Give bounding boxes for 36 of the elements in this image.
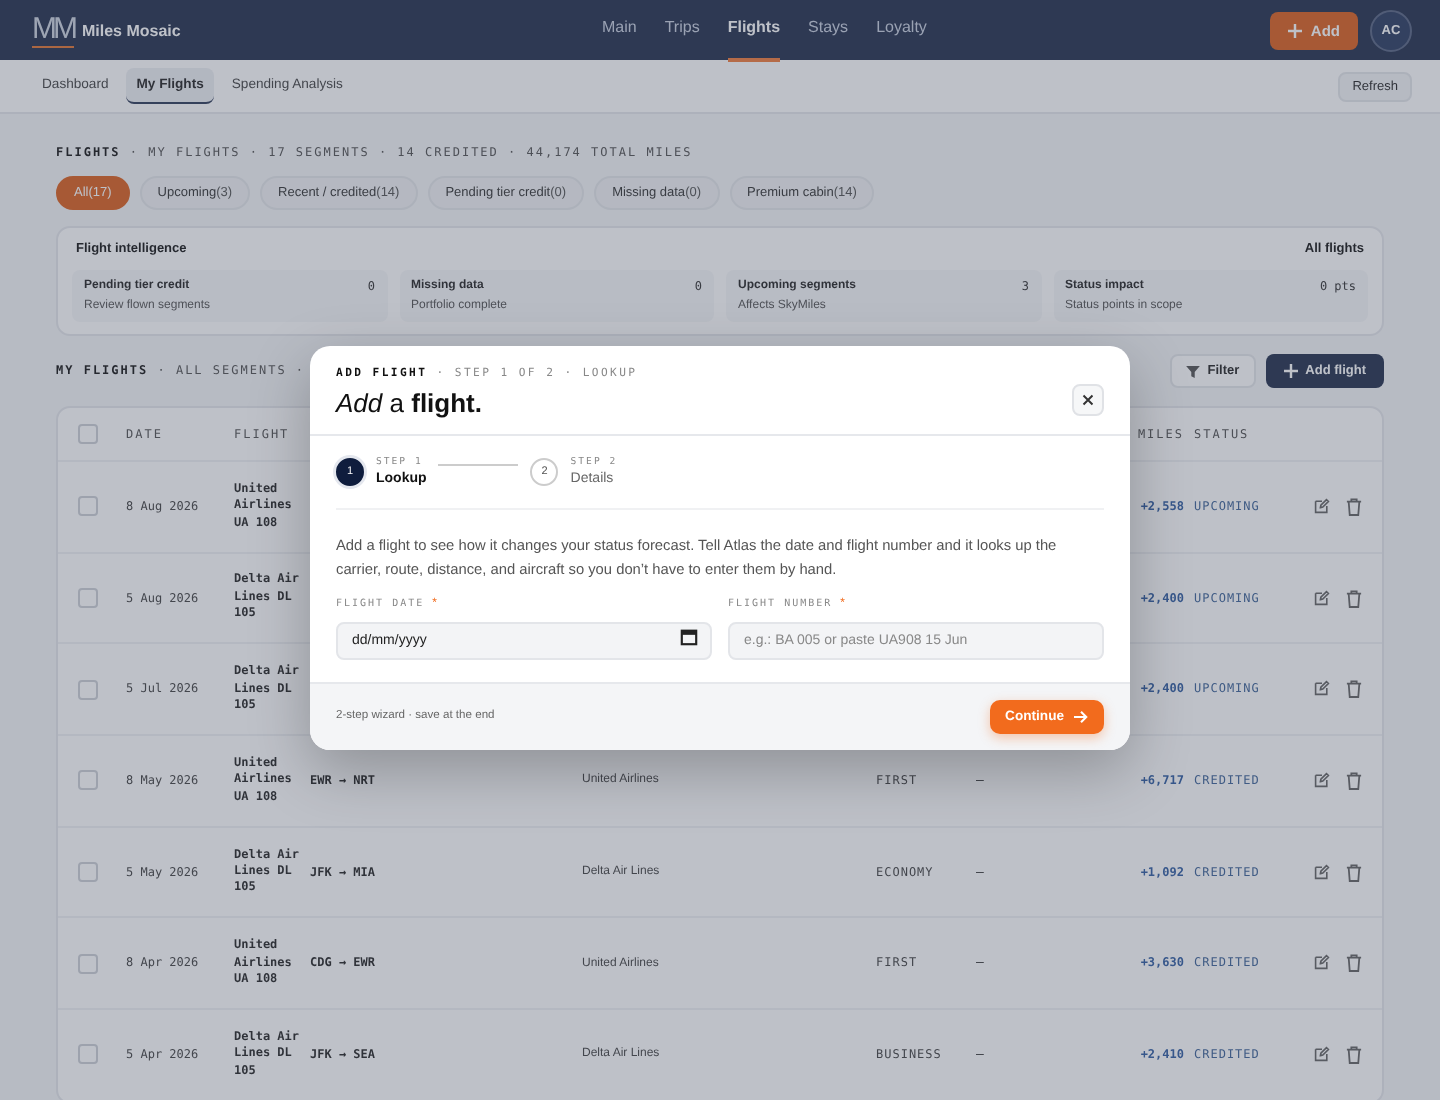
nav-tab[interactable]: Stays	[808, 0, 849, 62]
delete-icon[interactable]	[1346, 497, 1362, 516]
delete-icon[interactable]	[1346, 771, 1362, 790]
edit-icon[interactable]	[1314, 1045, 1330, 1062]
brand-name: Miles Mosaic	[82, 21, 181, 39]
select-all-checkbox[interactable]	[78, 424, 98, 444]
edit-icon[interactable]	[1314, 954, 1330, 971]
close-icon	[1082, 394, 1094, 406]
row-checkbox[interactable]	[78, 862, 98, 883]
delete-icon[interactable]	[1346, 954, 1362, 973]
dialog-title: Add a flight.	[336, 388, 484, 418]
filter-icon	[1185, 365, 1200, 377]
row-checkbox[interactable]	[78, 1044, 98, 1065]
edit-icon[interactable]	[1314, 771, 1330, 788]
plus-icon	[1283, 364, 1298, 378]
delete-icon[interactable]	[1346, 1045, 1362, 1064]
edit-icon[interactable]	[1314, 680, 1330, 697]
row-checkbox[interactable]	[78, 953, 98, 974]
calendar-icon[interactable]	[680, 627, 698, 646]
close-button[interactable]	[1072, 384, 1104, 416]
edit-icon[interactable]	[1314, 497, 1330, 514]
row-checkbox[interactable]	[78, 679, 98, 700]
plus-icon	[1288, 23, 1303, 37]
delete-icon[interactable]	[1346, 589, 1362, 608]
row-checkbox[interactable]	[78, 588, 98, 609]
logo-mark: MM	[32, 12, 74, 48]
edit-icon[interactable]	[1314, 589, 1330, 606]
arrow-right-icon	[1074, 709, 1088, 724]
row-checkbox[interactable]	[78, 496, 98, 517]
delete-icon[interactable]	[1346, 863, 1362, 882]
nav-tab[interactable]: Main	[602, 0, 637, 62]
edit-icon[interactable]	[1314, 863, 1330, 880]
delete-icon[interactable]	[1346, 680, 1362, 699]
nav-tab[interactable]: Trips	[664, 0, 700, 62]
nav-tab[interactable]: Loyalty	[876, 0, 927, 62]
row-checkbox[interactable]	[78, 770, 98, 791]
